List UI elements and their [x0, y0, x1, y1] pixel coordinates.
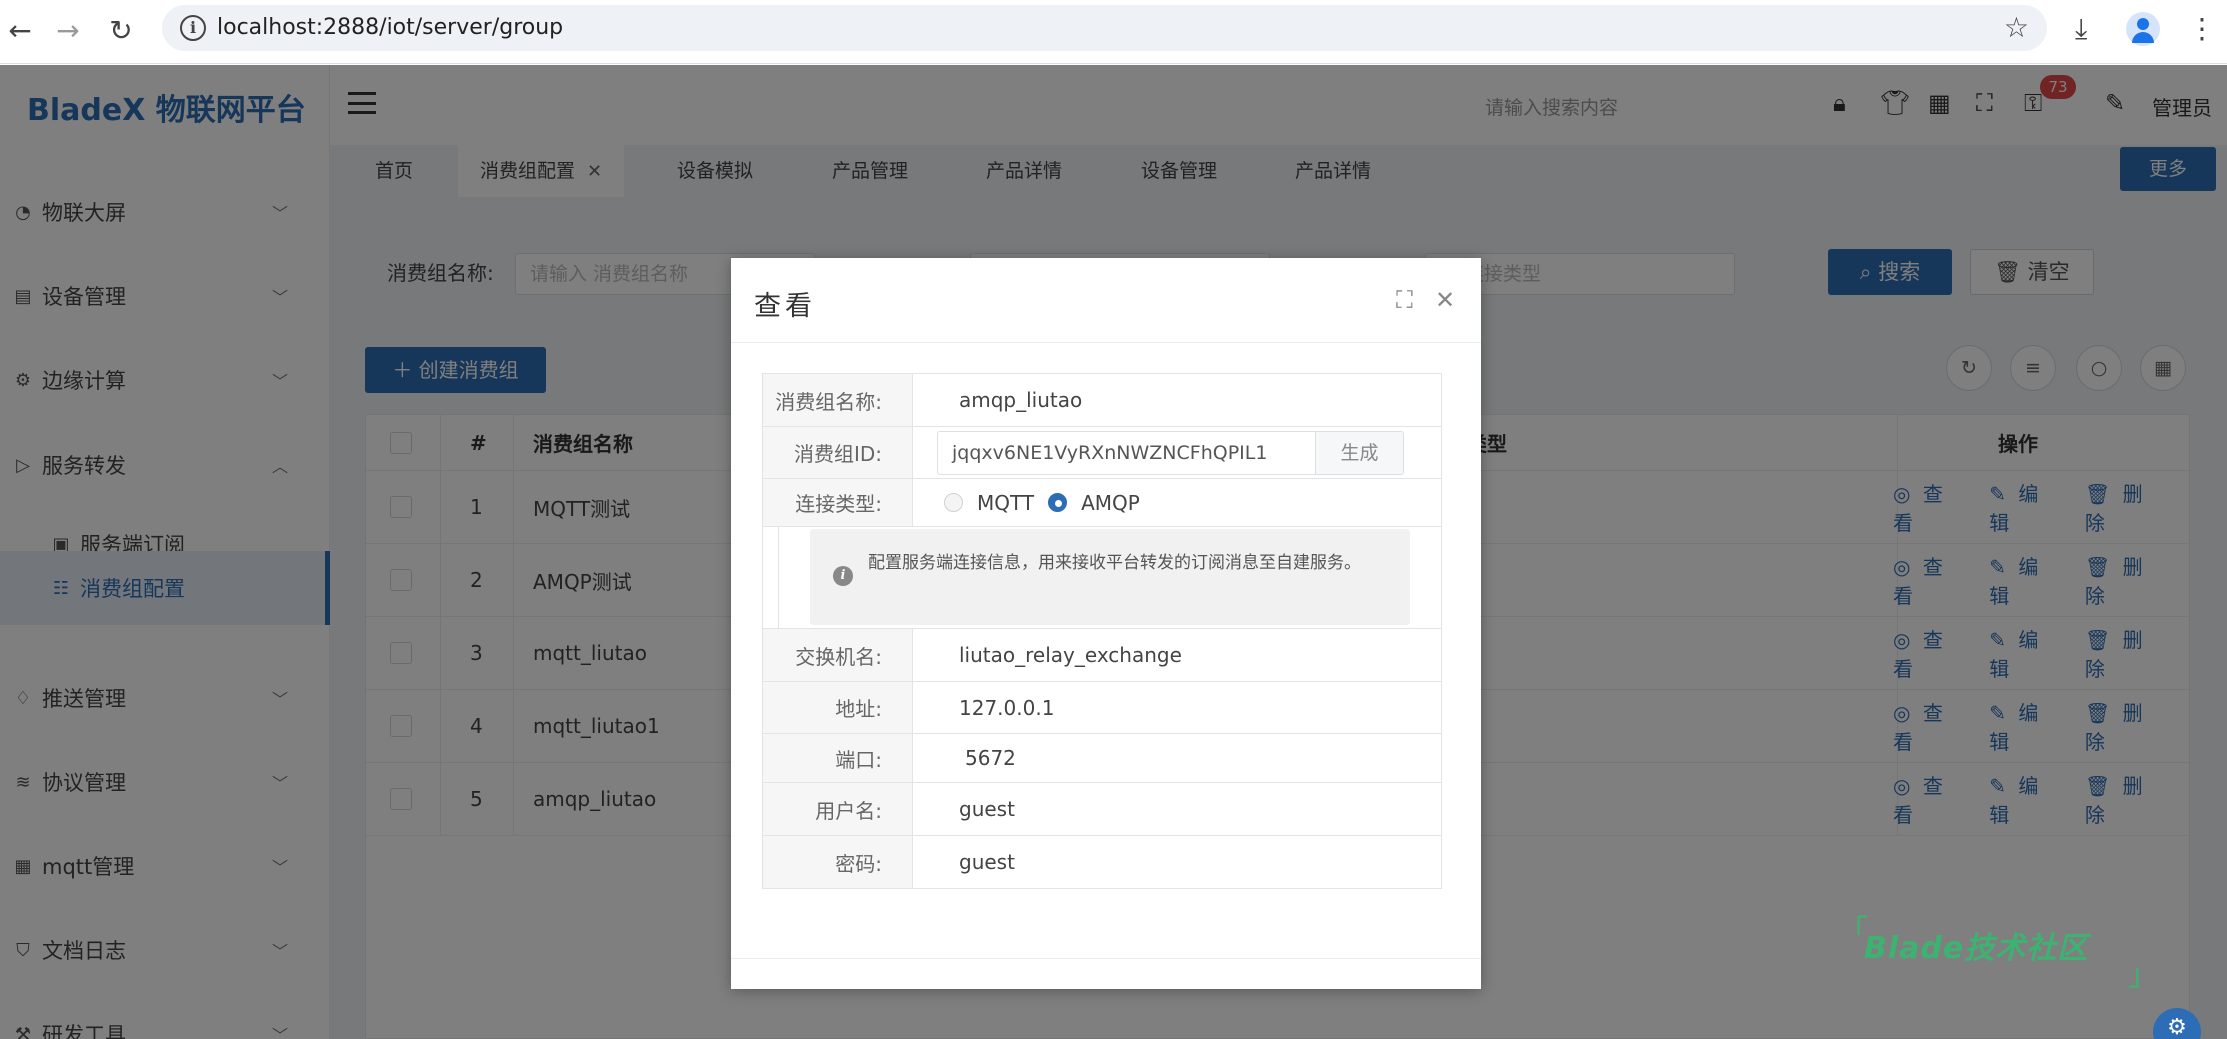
watermark-bracket-right: 」 — [2128, 958, 2158, 993]
form-row-password: 密码: guest — [763, 836, 1441, 888]
username-value: guest — [959, 797, 1015, 821]
forward-icon[interactable]: → — [48, 10, 88, 50]
field-label: 交换机名: — [763, 629, 913, 681]
field-label: 连接类型: — [763, 479, 913, 526]
maximize-icon[interactable]: ⛶ — [1396, 286, 1413, 314]
port-value: 5672 — [965, 746, 1016, 770]
form-row-username: 用户名: guest — [763, 783, 1441, 836]
exchange-value: liutao_relay_exchange — [959, 643, 1182, 667]
browser-toolbar: ← → ↻ i localhost:2888/iot/server/group … — [0, 0, 2227, 64]
field-label: 用户名: — [763, 783, 913, 835]
view-dialog: 查看 ⛶ ✕ 消费组名称: amqp_liutao 消费组ID: jqqxv6N… — [731, 258, 1481, 989]
dialog-title: 查看 — [754, 291, 816, 322]
detail-form: 消费组名称: amqp_liutao 消费组ID: jqqxv6NE1VyRXn… — [762, 373, 1442, 889]
address-bar[interactable]: i localhost:2888/iot/server/group ☆ — [162, 5, 2047, 51]
form-row-name: 消费组名称: amqp_liutao — [763, 374, 1441, 427]
form-row-conn-type: 连接类型: MQTT AMQP — [763, 479, 1441, 527]
dialog-header-divider — [731, 342, 1481, 343]
radio-mqtt[interactable] — [944, 493, 963, 512]
info-alert: i 配置服务端连接信息，用来接收平台转发的订阅消息至自建服务。 — [810, 529, 1410, 625]
field-label: 消费组名称: — [763, 374, 913, 426]
form-row-exchange: 交换机名: liutao_relay_exchange — [763, 629, 1441, 682]
generate-button[interactable]: 生成 — [1315, 431, 1404, 475]
form-row-info: i 配置服务端连接信息，用来接收平台转发的订阅消息至自建服务。 — [763, 527, 1441, 629]
info-icon: i — [833, 566, 853, 586]
radio-mqtt-label[interactable]: MQTT — [977, 491, 1034, 515]
conn-type-radio-group: MQTT AMQP — [913, 479, 1441, 526]
form-row-id: 消费组ID: jqqxv6NE1VyRXnNWZNCFhQPIL1 生成 — [763, 427, 1441, 479]
password-value: guest — [959, 850, 1015, 874]
info-text: 配置服务端连接信息，用来接收平台转发的订阅消息至自建服务。 — [868, 553, 1361, 573]
dialog-footer-divider — [731, 958, 1481, 959]
back-icon[interactable]: ← — [0, 10, 40, 50]
form-row-address: 地址: 127.0.0.1 — [763, 682, 1441, 734]
site-info-icon[interactable]: i — [180, 15, 206, 41]
reload-icon[interactable]: ↻ — [101, 10, 141, 50]
watermark: Blade技术社区 — [1864, 931, 2089, 966]
field-label: 地址: — [763, 682, 913, 733]
address-value: 127.0.0.1 — [959, 695, 1055, 720]
radio-amqp-label[interactable]: AMQP — [1081, 491, 1140, 515]
download-icon[interactable]: ⤓ — [2075, 12, 2087, 46]
consumer-group-id-input[interactable]: jqqxv6NE1VyRXnNWZNCFhQPIL1 — [937, 431, 1315, 475]
field-label: 消费组ID: — [763, 427, 913, 478]
bookmark-star-icon[interactable]: ☆ — [2004, 11, 2029, 44]
browser-menu-icon[interactable]: ⋮ — [2188, 12, 2216, 45]
profile-avatar-icon[interactable] — [2126, 12, 2160, 46]
radio-amqp[interactable] — [1048, 493, 1068, 512]
field-label: 端口: — [763, 734, 913, 782]
form-row-port: 端口: 5672 — [763, 734, 1441, 783]
field-label: 密码: — [763, 836, 913, 888]
url-text[interactable]: localhost:2888/iot/server/group — [217, 15, 563, 40]
close-icon[interactable]: ✕ — [1435, 286, 1455, 314]
name-value: amqp_liutao — [959, 388, 1083, 412]
